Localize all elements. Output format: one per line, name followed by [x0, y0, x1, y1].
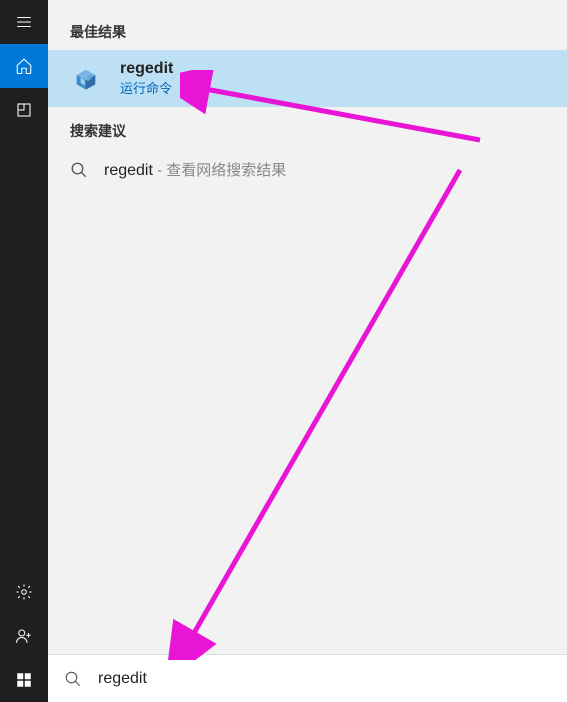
search-input[interactable] [98, 670, 551, 688]
search-icon [64, 670, 82, 688]
search-icon [70, 161, 88, 179]
start-rail [0, 0, 48, 702]
best-match-title: regedit [120, 60, 173, 78]
search-results-pane: 最佳结果 regedit 运行命令 搜索建议 regedit查看网络搜索结果 [48, 0, 567, 702]
start-icon [15, 671, 33, 689]
home-icon [15, 57, 33, 75]
best-match-text: regedit 运行命令 [120, 60, 173, 97]
settings-button[interactable] [0, 570, 48, 614]
suggestion-text: regedit [104, 162, 153, 179]
regedit-cube-icon [70, 63, 102, 95]
web-suggestion-item[interactable]: regedit查看网络搜索结果 [48, 149, 567, 190]
account-icon [15, 627, 33, 645]
start-button[interactable] [0, 658, 48, 702]
best-match-item[interactable]: regedit 运行命令 [48, 50, 567, 107]
home-button[interactable] [0, 44, 48, 88]
settings-icon [15, 583, 33, 601]
hamburger-icon [15, 13, 33, 31]
suggestions-header: 搜索建议 [48, 107, 567, 149]
best-match-subtitle: 运行命令 [120, 78, 173, 97]
account-button[interactable] [0, 614, 48, 658]
filter-bar [48, 0, 567, 8]
apps-icon [15, 101, 33, 119]
best-match-header: 最佳结果 [48, 8, 567, 50]
apps-button[interactable] [0, 88, 48, 132]
suggestion-desc: 查看网络搜索结果 [153, 162, 286, 179]
search-bar [48, 654, 567, 702]
hamburger-button[interactable] [0, 0, 48, 44]
